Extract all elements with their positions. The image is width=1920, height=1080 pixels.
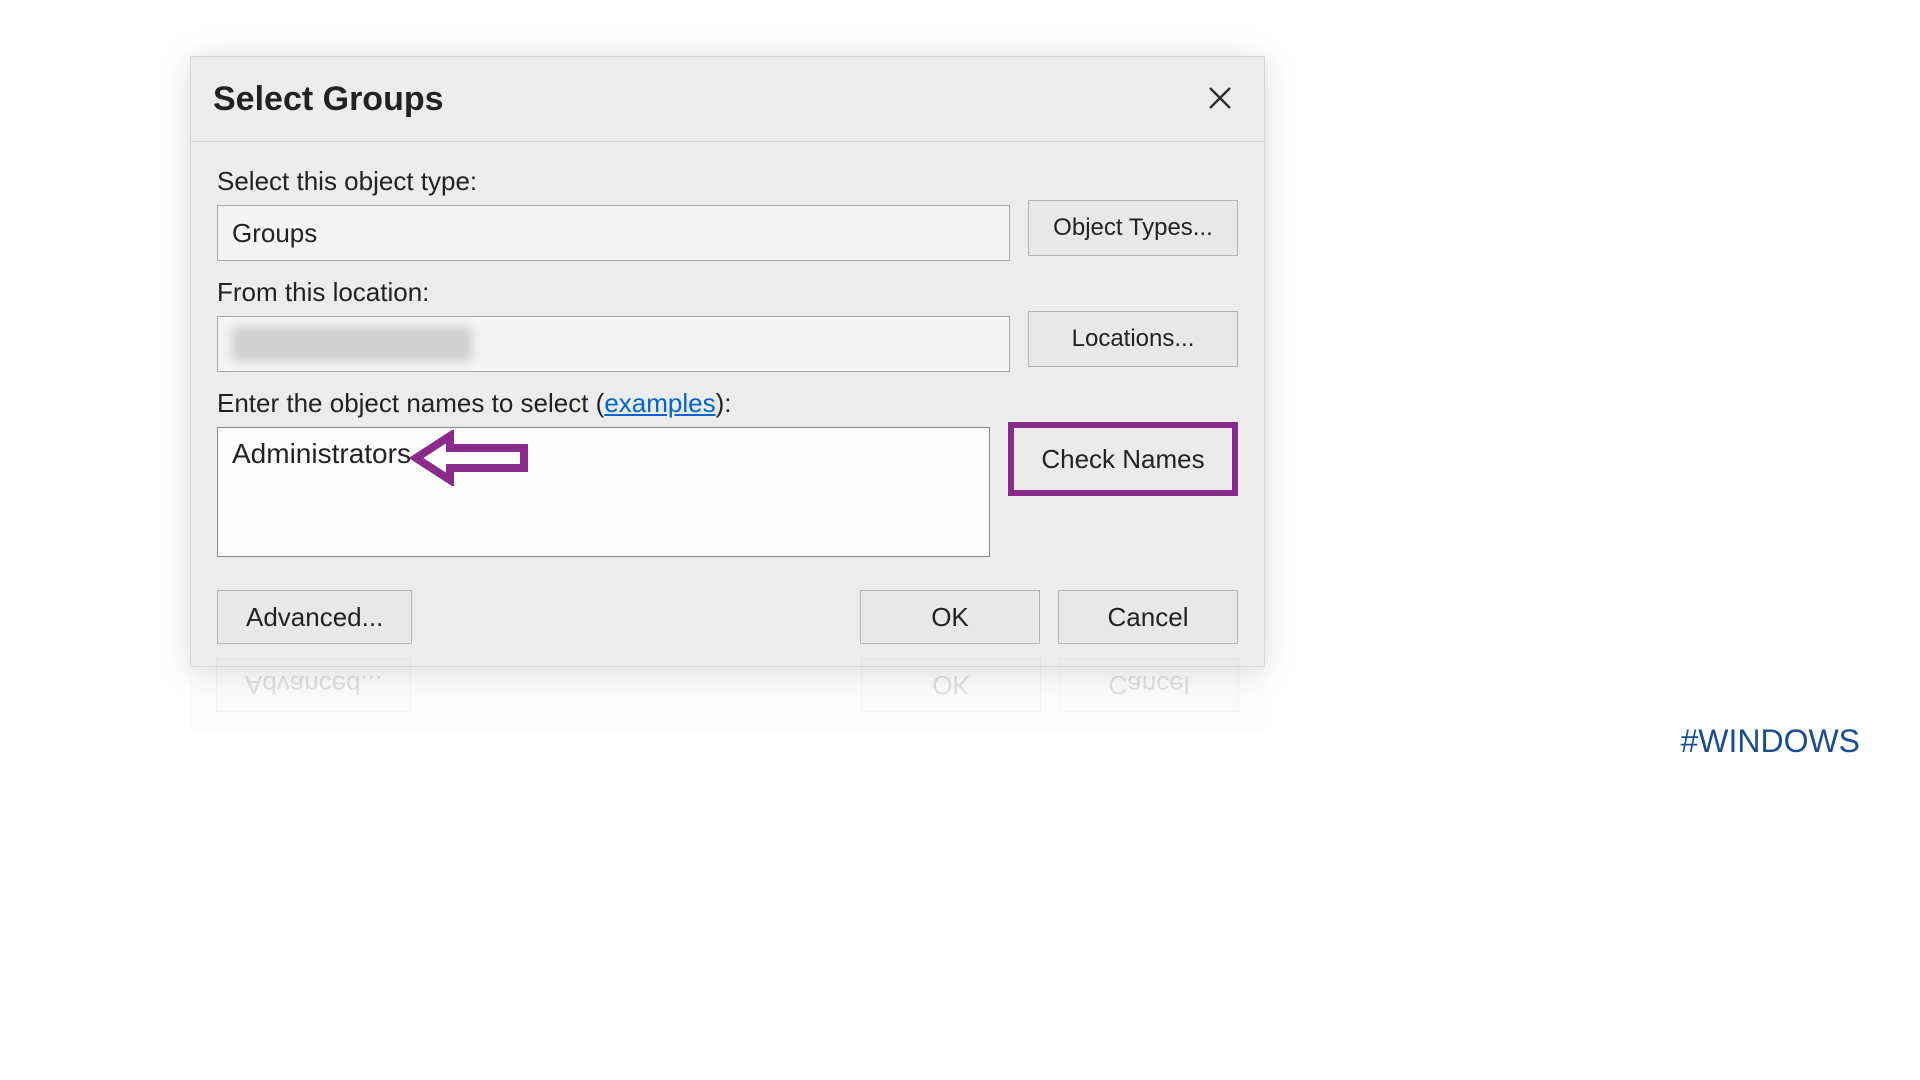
object-type-field[interactable] xyxy=(217,205,1010,261)
close-icon xyxy=(1207,78,1233,120)
location-row: From this location: Locations... xyxy=(217,277,1238,372)
check-names-button[interactable]: Check Names xyxy=(1008,422,1238,496)
location-value-redacted xyxy=(232,327,472,361)
object-names-label: Enter the object names to select (exampl… xyxy=(217,388,990,419)
hashtag-label: #WINDOWS xyxy=(1680,723,1860,760)
object-type-label: Select this object type: xyxy=(217,166,1010,197)
cancel-button[interactable]: Cancel xyxy=(1058,590,1238,644)
advanced-button[interactable]: Advanced... xyxy=(217,590,412,644)
ok-button[interactable]: OK xyxy=(860,590,1040,644)
select-groups-dialog: Select Groups Select this object type: O… xyxy=(190,56,1265,667)
close-button[interactable] xyxy=(1198,77,1242,121)
location-field[interactable] xyxy=(217,316,1010,372)
examples-link[interactable]: examples xyxy=(604,388,715,418)
object-type-row: Select this object type: Object Types... xyxy=(217,166,1238,261)
dialog-content: Select this object type: Object Types...… xyxy=(191,142,1264,666)
dialog-titlebar: Select Groups xyxy=(191,57,1264,142)
object-types-button[interactable]: Object Types... xyxy=(1028,200,1238,256)
object-names-input[interactable] xyxy=(217,427,990,557)
object-names-row: Enter the object names to select (exampl… xyxy=(217,388,1238,562)
dialog-title: Select Groups xyxy=(213,80,444,119)
location-label: From this location: xyxy=(217,277,1010,308)
object-names-label-suffix: ): xyxy=(716,388,732,418)
dialog-button-row: Advanced... OK Cancel xyxy=(217,590,1238,644)
locations-button[interactable]: Locations... xyxy=(1028,311,1238,367)
object-names-label-prefix: Enter the object names to select ( xyxy=(217,388,604,418)
